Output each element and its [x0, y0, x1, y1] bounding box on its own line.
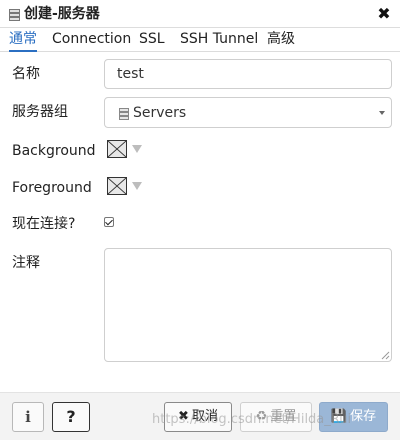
server-icon [9, 9, 20, 21]
dialog-titlebar: 创建-服务器 ✖ [0, 0, 400, 28]
name-input[interactable] [104, 59, 392, 89]
caret-down-icon [132, 145, 142, 153]
comments-label: 注释 [12, 255, 40, 271]
info-button[interactable]: i [12, 402, 44, 432]
caret-down-icon [132, 182, 142, 190]
comments-textarea[interactable] [104, 248, 392, 362]
tab-connection[interactable]: Connection [52, 30, 131, 48]
cancel-button-label: 取消 [191, 409, 218, 424]
server-group-label: 服务器组 [12, 104, 68, 120]
tab-ssl[interactable]: SSL [139, 30, 165, 48]
close-icon[interactable]: ✖ [374, 3, 394, 25]
server-group-icon [119, 108, 129, 120]
server-group-value: Servers [133, 105, 187, 121]
foreground-color-picker[interactable] [104, 175, 146, 197]
recycle-icon: ♻ [255, 409, 268, 424]
background-color-picker[interactable] [104, 138, 146, 160]
background-label: Background [12, 143, 96, 159]
close-icon: ✖ [178, 409, 189, 424]
chevron-down-icon [379, 111, 385, 115]
empty-color-swatch-icon [107, 140, 127, 158]
name-label: 名称 [12, 66, 40, 82]
connect-now-label: 现在连接? [12, 216, 76, 232]
reset-button-label: 重置 [270, 409, 297, 424]
save-button-label: 保存 [350, 409, 377, 424]
empty-color-swatch-icon [107, 177, 127, 195]
tab-general[interactable]: 通常 [9, 30, 37, 52]
dialog-footer: i ? ✖ 取消 ♻ 重置 💾 保存 [0, 392, 400, 440]
help-button[interactable]: ? [52, 402, 90, 432]
resize-grip-icon[interactable] [380, 350, 390, 360]
tab-bar: 通常 Connection SSL SSH Tunnel 高级 [0, 28, 400, 52]
server-group-select[interactable]: Servers [104, 97, 392, 128]
tab-advanced[interactable]: 高级 [267, 30, 295, 48]
reset-button[interactable]: ♻ 重置 [240, 402, 312, 432]
cancel-button[interactable]: ✖ 取消 [164, 402, 232, 432]
tab-ssh-tunnel[interactable]: SSH Tunnel [180, 30, 258, 48]
connect-now-checkbox[interactable] [104, 217, 114, 227]
foreground-label: Foreground [12, 180, 92, 196]
dialog-title: 创建-服务器 [24, 6, 100, 22]
save-button[interactable]: 💾 保存 [319, 402, 388, 432]
floppy-disk-icon: 💾 [330, 409, 348, 424]
